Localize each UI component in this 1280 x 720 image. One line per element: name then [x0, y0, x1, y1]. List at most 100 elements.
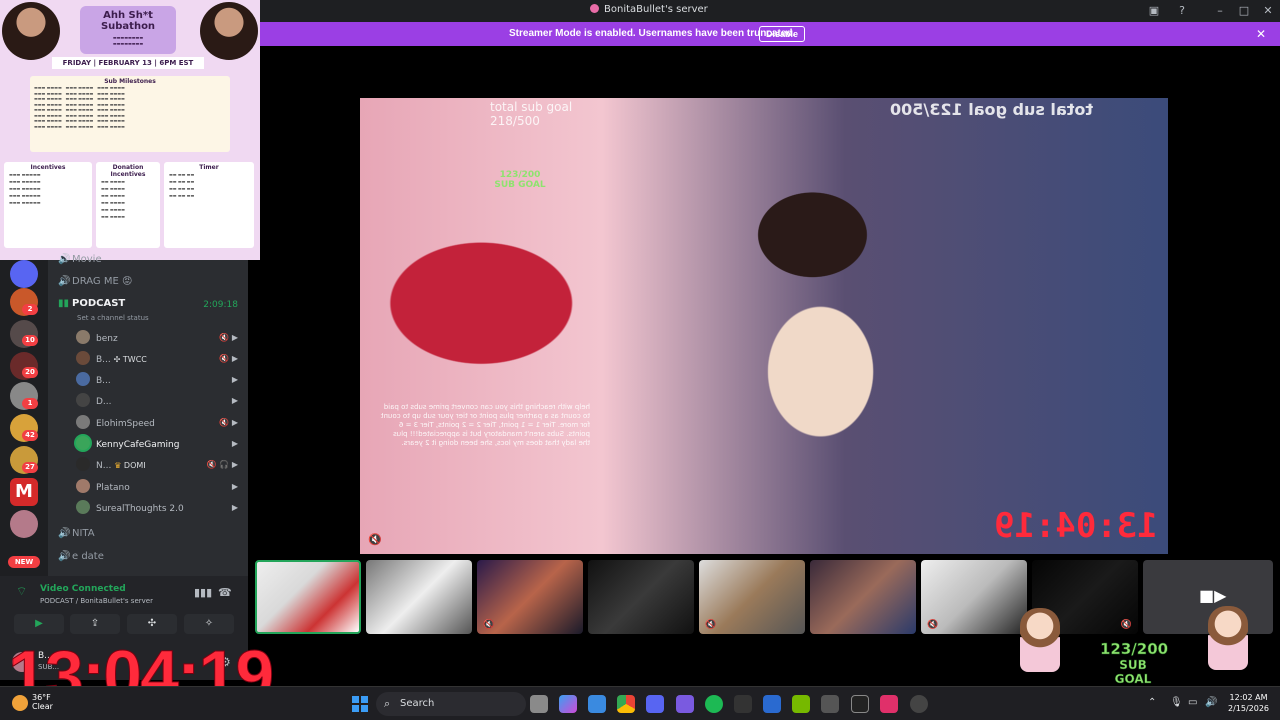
voice-member[interactable]: KennyCafeGaming — [76, 436, 179, 454]
speaker-icon: 🔊 — [58, 276, 71, 287]
minimize-button[interactable]: – — [1212, 3, 1228, 19]
help-icon[interactable]: ? — [1174, 3, 1190, 19]
poster-heading: Ahh Sh*t Subathon ▬▬▬▬▬▬▬▬ ▬▬▬▬▬▬▬▬ — [80, 6, 176, 54]
muted-icon: 🔇 — [368, 533, 382, 546]
speaker-icon: 🔊 — [58, 254, 71, 265]
volume-icon[interactable]: 🔊 — [1205, 697, 1217, 708]
camera-button[interactable]: ▶ — [14, 614, 64, 634]
server-badge: 10 — [22, 335, 38, 346]
channel-label: NITA — [72, 528, 95, 539]
voice-member[interactable]: ElohimSpeed — [76, 415, 155, 433]
server-badge: 42 — [22, 430, 38, 441]
chrome-icon[interactable] — [617, 695, 635, 713]
voice-member[interactable]: SurealThoughts 2.0 — [76, 500, 184, 518]
channel-label: DRAG ME 😡 — [72, 276, 133, 287]
voice-member[interactable]: Platano — [76, 479, 130, 497]
noise-suppression-icon[interactable]: ▮▮▮ — [194, 586, 212, 599]
poster-date: FRIDAY | FEBRUARY 13 | 6PM EST — [52, 57, 204, 69]
activities-button[interactable]: ✣ — [127, 614, 177, 634]
channel-podcast[interactable]: ▮▮ PODCAST — [58, 298, 125, 309]
close-window-button[interactable]: ✕ — [1260, 3, 1276, 19]
weather-icon — [12, 695, 28, 711]
stream-goal-text: total sub goal — [490, 100, 573, 114]
server-icon-1[interactable] — [10, 260, 38, 288]
stream-video[interactable]: total sub goal 218/500 total sub goal 123… — [360, 98, 1168, 554]
search-icon: ⌕ — [384, 697, 391, 710]
member-name: N... — [96, 461, 112, 471]
soundboard-button[interactable]: ✧ — [184, 614, 234, 634]
app-icon[interactable] — [763, 695, 781, 713]
chibi-right — [1208, 606, 1248, 670]
discord-icon[interactable] — [646, 695, 664, 713]
voice-member[interactable]: B... ✣ TWCC — [76, 351, 147, 369]
app-icon[interactable] — [851, 695, 869, 713]
task-view-icon[interactable] — [530, 695, 548, 713]
window-title-text: BonitaBullet's server — [604, 4, 708, 15]
tray-chevron-icon[interactable]: ⌃ — [1148, 697, 1156, 708]
taskbar-search[interactable]: ⌕ Search — [376, 692, 526, 716]
taskbar-clock[interactable]: 12:02 AM 2/15/2026 — [1228, 692, 1269, 714]
tiktok-icon[interactable] — [880, 695, 898, 713]
voice-member[interactable]: N... ♛ DOMI — [76, 457, 146, 475]
close-banner-icon[interactable]: ✕ — [1256, 27, 1266, 41]
inbox-icon[interactable]: ▣ — [1146, 3, 1162, 19]
counter-value: 123/200 — [499, 170, 541, 180]
participant-tile[interactable]: 🔇 — [699, 560, 805, 634]
mute-video-icons: 🔇 ▶ — [219, 354, 238, 363]
member-tag-text: DOMI — [123, 461, 146, 470]
voice-member[interactable]: benz — [76, 330, 118, 348]
maximize-button[interactable]: □ — [1236, 3, 1252, 19]
muted-icon: 🔇 — [1120, 620, 1132, 630]
channel-nita[interactable]: 🔊 NITA — [58, 528, 95, 539]
goal-label: SUB GOAL — [1114, 658, 1152, 686]
avatar — [76, 457, 90, 471]
participant-tile[interactable] — [366, 560, 472, 634]
microphone-icon[interactable]: 🎙 — [1170, 697, 1183, 708]
game-icon[interactable] — [676, 695, 694, 713]
start-button[interactable] — [352, 696, 368, 712]
speaker-icon: 🔊 — [58, 551, 71, 562]
server-badge: 2 — [22, 304, 38, 315]
obs-icon[interactable] — [910, 695, 928, 713]
participant-tile[interactable] — [255, 560, 361, 634]
server-icon-m[interactable]: M — [10, 478, 38, 506]
server-badge: 20 — [22, 367, 38, 378]
voice-member[interactable]: D... — [76, 393, 112, 411]
muted-icon: 🔇 — [483, 620, 495, 630]
windows-logo-tile — [361, 705, 368, 712]
spotify-icon[interactable] — [705, 695, 723, 713]
weather-widget[interactable]: 36°F Clear — [32, 693, 53, 711]
windows-logo-tile — [352, 696, 359, 703]
member-name: Platano — [96, 483, 130, 493]
participant-tile[interactable] — [810, 560, 916, 634]
participant-tile[interactable]: 🔇 — [921, 560, 1027, 634]
copilot-icon[interactable] — [559, 695, 577, 713]
voice-server[interactable]: PODCAST / BonitaBullet's server — [40, 597, 153, 605]
server-icon-9[interactable] — [10, 510, 38, 538]
poster-avatar-left — [2, 2, 60, 60]
disable-streamer-mode-button[interactable]: Disable — [759, 26, 806, 42]
participant-tile[interactable]: 🔇 — [477, 560, 583, 634]
epic-games-icon[interactable] — [734, 695, 752, 713]
disconnect-icon[interactable]: ☎ — [218, 586, 232, 599]
avatar — [76, 479, 90, 493]
streamer-mode-banner: Streamer Mode is enabled. Usernames have… — [260, 22, 1280, 46]
screen-share-button[interactable]: ⇪ — [70, 614, 120, 634]
channel-drag-me[interactable]: 🔊 DRAG ME 😡 — [58, 276, 132, 287]
windows-logo-tile — [361, 696, 368, 703]
taskbar: 36°F Clear ⌕ Search ⌃ 🎙 ▭ 🔊 12:02 AM 2/15/2… — [0, 686, 1280, 720]
stream-goal-number: 218/500 — [490, 114, 540, 128]
participant-tile[interactable] — [588, 560, 694, 634]
stream-overlay-goal-right: total sub goal 123/500 — [890, 100, 1094, 119]
set-channel-status[interactable]: Set a channel status — [77, 314, 149, 322]
channel-e-date[interactable]: 🔊 e date — [58, 551, 104, 562]
store-icon[interactable] — [588, 695, 606, 713]
network-icon[interactable]: ▭ — [1188, 697, 1197, 708]
channel-movie[interactable]: 🔊 Movie — [58, 254, 102, 265]
voice-member[interactable]: B... — [76, 372, 111, 390]
member-tag-text: TWCC — [122, 355, 147, 364]
app-icon[interactable] — [821, 695, 839, 713]
avatar — [76, 393, 90, 407]
member-name: benz — [96, 334, 118, 344]
nvidia-icon[interactable] — [792, 695, 810, 713]
